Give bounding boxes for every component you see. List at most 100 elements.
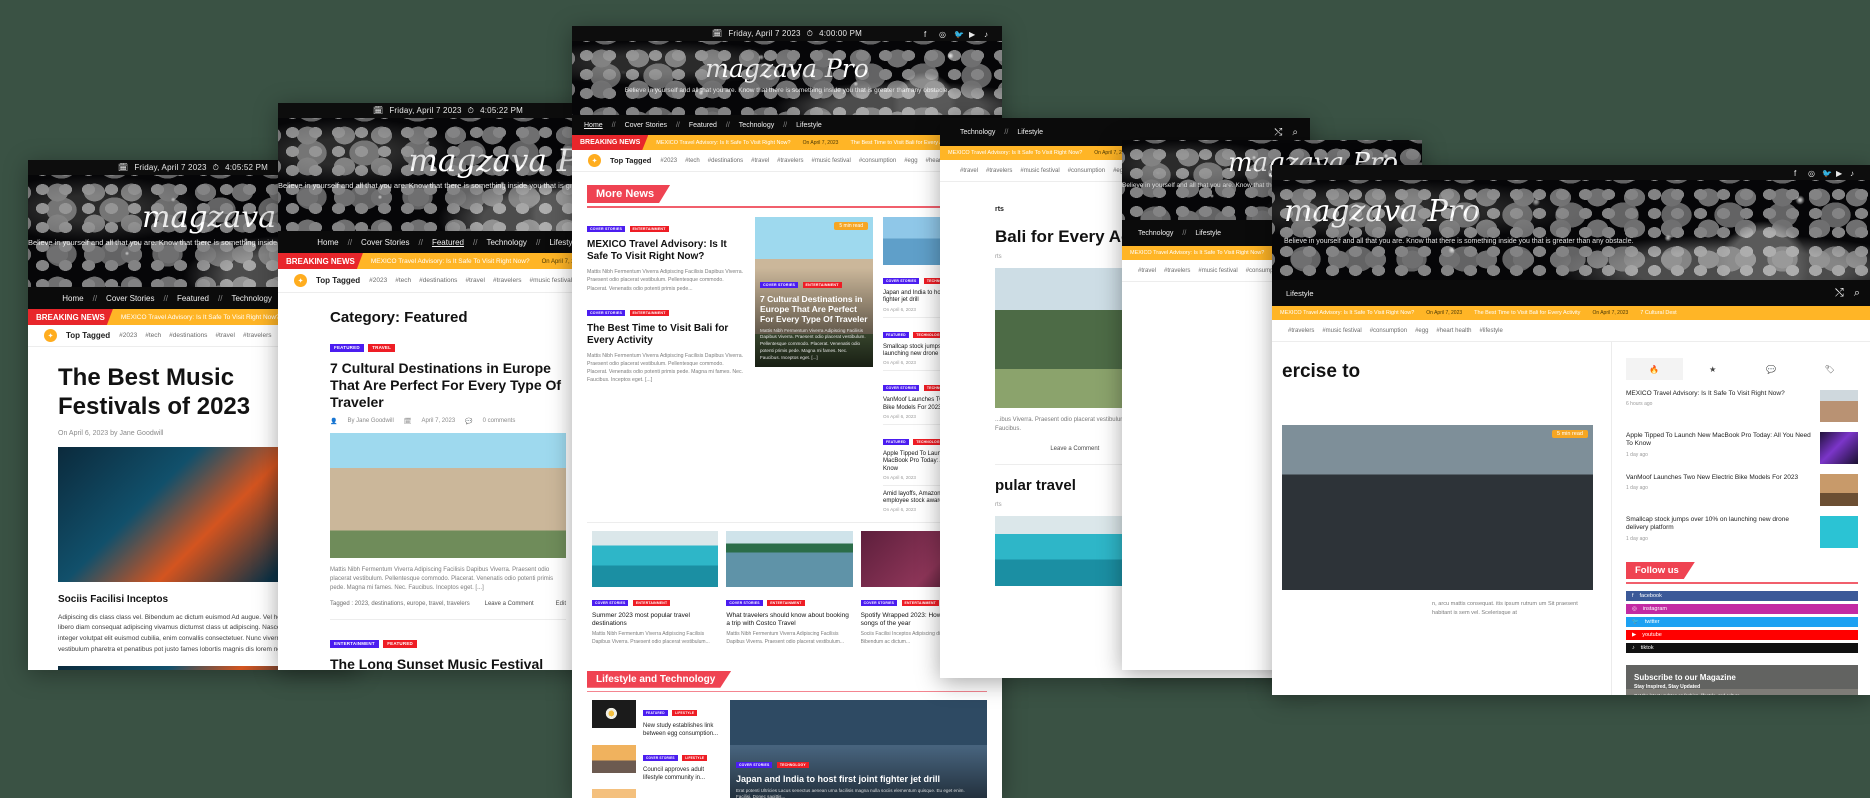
chip-cover-stories[interactable]: COVER STORIES — [587, 226, 626, 232]
post-title[interactable]: 7 Cultural Destinations in Europe That A… — [330, 360, 566, 411]
youtube-icon[interactable]: ▶ — [1836, 169, 1844, 178]
tag-item[interactable]: #2023 — [660, 158, 677, 164]
nav-item-technology[interactable]: Technology — [231, 294, 271, 303]
card-image[interactable] — [592, 531, 719, 588]
card-title[interactable]: Summer 2023 most popular travel destinat… — [592, 612, 718, 628]
chip-cover-stories[interactable]: COVER STORIES — [592, 600, 629, 607]
chip-featured[interactable]: FEATURED — [330, 343, 364, 352]
tag-item[interactable]: #travel — [215, 332, 235, 339]
leave-comment-link[interactable]: Leave a Comment — [1050, 446, 1099, 452]
tag-item[interactable]: #travel — [751, 158, 769, 164]
grid-card[interactable]: COVER STORIES ENTERTAINMENT Summer 2023 … — [592, 531, 719, 646]
tag-item[interactable]: #tech — [395, 277, 411, 284]
instagram-icon[interactable]: ◎ — [939, 30, 947, 39]
screenshot-category-featured[interactable]: 🗓 Friday, April 7 2023 ⏱ 4:05:22 PM magz… — [278, 103, 618, 670]
breaking-news-bar[interactable]: MEXICO Travel Advisory: Is It Safe To Vi… — [1272, 306, 1870, 320]
nav-item-home[interactable]: Home — [584, 122, 603, 129]
item-title[interactable]: VanMoof Launches Two New Electric Bike M… — [1626, 474, 1813, 482]
nav-item-lifestyle[interactable]: Lifestyle — [1017, 129, 1043, 136]
list-item[interactable]: Smallcap stock jumps over 10% on launchi… — [1626, 516, 1858, 548]
main-nav[interactable]: Lifestyle ⤭ ⌕ — [1272, 280, 1870, 306]
shuffle-icon[interactable]: ⤭ — [1274, 127, 1282, 138]
nav-item-lifestyle[interactable]: Lifestyle — [1286, 289, 1314, 298]
tab-tags-icon[interactable]: 🏷 — [1802, 358, 1859, 380]
card-title[interactable]: What travelers should know about booking… — [726, 612, 852, 628]
nav-item-lifestyle[interactable]: Lifestyle — [796, 122, 822, 129]
tag-item[interactable]: #destinations — [708, 158, 743, 164]
feature-title[interactable]: 7 Cultural Destinations in Europe That A… — [760, 294, 868, 325]
tag-item[interactable]: #consumption — [859, 158, 896, 164]
list-item[interactable]: COVER STORIES LIFESTYLE Council approves… — [592, 744, 720, 783]
feature-title[interactable]: Japan and India to host first joint figh… — [736, 774, 981, 785]
tag-item[interactable]: #travel — [960, 168, 978, 174]
tag-item[interactable]: #consumption — [1370, 328, 1407, 334]
tag-item[interactable]: #2023 — [369, 277, 387, 284]
chip-cover-stories[interactable]: COVER STORIES — [760, 281, 799, 288]
nav-item-technology[interactable]: Technology — [739, 122, 774, 129]
tiktok-icon[interactable]: ♪ — [984, 30, 992, 39]
tag-list[interactable]: #travelers #music festival #consumption … — [1288, 328, 1503, 334]
chip-entertainment[interactable]: ENTERTAINMENT — [767, 600, 805, 607]
nav-item-home[interactable]: Home — [317, 238, 338, 247]
list-item[interactable]: FEATURED LIFESTYLE Heart health tips: Li… — [592, 789, 720, 798]
feature-card[interactable]: 5 min read COVER STORIES ENTERTAINMENT 7… — [755, 217, 873, 367]
tag-item[interactable]: #destinations — [169, 332, 207, 339]
tag-item[interactable]: #tech — [685, 158, 700, 164]
nav-item-technology[interactable]: Technology — [960, 129, 995, 136]
chip-cover-stories[interactable]: COVER STORIES — [883, 385, 920, 392]
main-nav[interactable]: Home // Cover Stories // Featured // Tec… — [278, 231, 618, 253]
tag-item[interactable]: #destinations — [419, 277, 457, 284]
chip-cover-stories[interactable]: COVER STORIES — [736, 761, 773, 768]
nav-item-featured[interactable]: Featured — [432, 238, 464, 247]
post-title[interactable]: The Long Sunset Music Festival — [330, 656, 566, 670]
nav-item-cover-stories[interactable]: Cover Stories — [625, 122, 667, 129]
widget-subscribe[interactable]: Subscribe to our Magazine Stay Inspired,… — [1626, 665, 1858, 695]
tag-item[interactable]: #music festival — [1020, 168, 1059, 174]
tab-comments-icon[interactable]: 💬 — [1743, 358, 1800, 380]
popular-tabs[interactable]: 🔥 ★ 💬 🏷 — [1626, 358, 1858, 380]
social-links[interactable]: f ◎ 🐦 ▶ ♪ — [924, 30, 992, 39]
follow-facebook[interactable]: f facebook — [1626, 591, 1858, 601]
edit-link[interactable]: Edit — [556, 601, 566, 607]
twitter-icon[interactable]: 🐦 — [954, 30, 964, 39]
tag-item[interactable]: #music festival — [1198, 268, 1237, 274]
screenshot-exercise-post[interactable]: f ◎ 🐦 ▶ ♪ magzava Pro Believe in yoursel… — [1272, 165, 1870, 695]
main-nav[interactable]: Home // Cover Stories // Featured // Tec… — [572, 115, 1002, 135]
tag-item[interactable]: #travelers — [777, 158, 803, 164]
tag-item[interactable]: #consumption — [1068, 168, 1105, 174]
shuffle-icon[interactable]: ⤭ — [1835, 287, 1844, 300]
list-item[interactable]: Apple Tipped To Launch New MacBook Pro T… — [1626, 432, 1858, 464]
follow-tiktok[interactable]: ♪ tiktok — [1626, 643, 1858, 653]
twitter-icon[interactable]: 🐦 — [1822, 169, 1832, 178]
breaking-item-title[interactable]: MEXICO Travel Advisory: Is It Safe To Vi… — [1280, 310, 1414, 316]
item-title[interactable]: New study establishes link between egg c… — [643, 723, 720, 739]
nav-item-technology[interactable]: Technology — [1138, 230, 1173, 237]
follow-youtube[interactable]: ▶ youtube — [1626, 630, 1858, 640]
list-item[interactable]: VanMoof Launches Two New Electric Bike M… — [1626, 474, 1858, 506]
chip-cover-stories[interactable]: COVER STORIES — [643, 754, 678, 761]
tag-item[interactable]: #egg — [1415, 328, 1428, 334]
breaking-item-title[interactable]: MEXICO Travel Advisory: Is It Safe To Vi… — [948, 150, 1082, 156]
tiktok-icon[interactable]: ♪ — [1850, 169, 1858, 178]
chip-cover-stories[interactable]: COVER STORIES — [726, 600, 763, 607]
chip-lifestyle[interactable]: LIFESTYLE — [682, 754, 708, 761]
tag-item[interactable]: #travelers — [986, 168, 1012, 174]
tag-item[interactable]: #music festival — [530, 277, 573, 284]
chip-featured[interactable]: FEATURED — [643, 710, 668, 717]
chip-entertainment[interactable]: ENTERTAINMENT — [901, 600, 939, 607]
search-icon[interactable]: ⌕ — [1854, 287, 1860, 300]
top-tagged-bar[interactable]: ✦ Top Tagged #2023 #tech #destinations #… — [572, 150, 1002, 172]
nav-item-home[interactable]: Home — [62, 294, 83, 303]
nav-item-cover-stories[interactable]: Cover Stories — [106, 294, 154, 303]
tag-item[interactable]: #egg — [904, 158, 917, 164]
post-title[interactable]: The Best Time to Visit Bali for Every Ac… — [587, 323, 745, 347]
leave-comment-link[interactable]: Leave a Comment — [485, 601, 534, 607]
breaking-item-title[interactable]: MEXICO Travel Advisory: Is It Safe To Vi… — [371, 258, 530, 265]
chip-featured[interactable]: FEATURED — [883, 438, 909, 445]
tag-item[interactable]: #tech — [145, 332, 161, 339]
tag-item[interactable]: #travelers — [1164, 268, 1190, 274]
tag-item[interactable]: #travelers — [1288, 328, 1314, 334]
chip-entertainment[interactable]: ENTERTAINMENT — [629, 226, 669, 232]
chip-lifestyle[interactable]: LIFESTYLE — [672, 710, 698, 717]
tag-item[interactable]: #music festival — [1322, 328, 1361, 334]
